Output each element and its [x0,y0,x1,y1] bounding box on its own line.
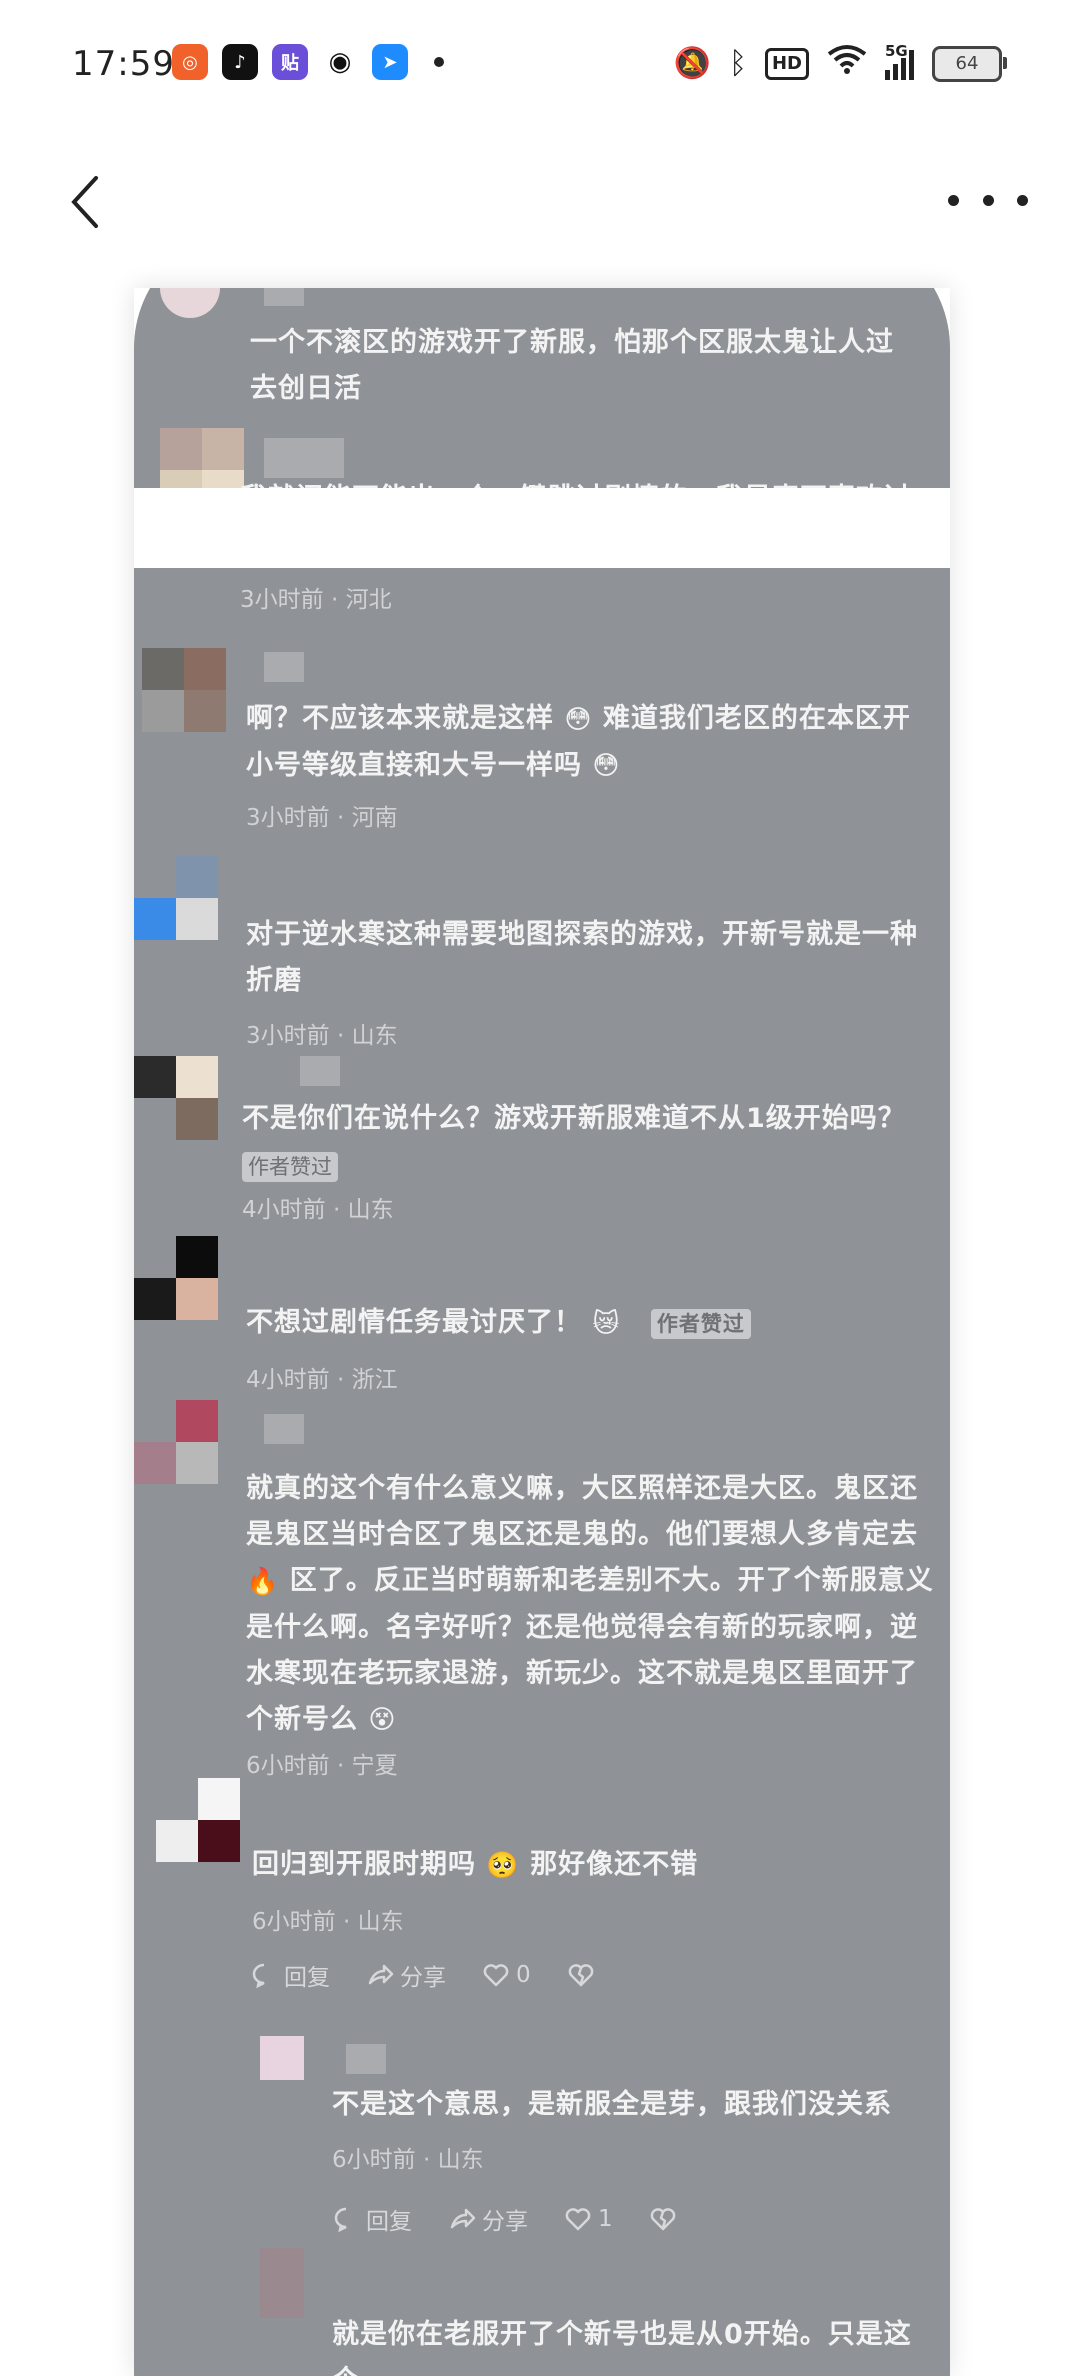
avatar [134,1236,218,1320]
avatar [142,648,226,732]
tiktok-icon: ♪ [222,44,258,80]
hd-icon: HD [764,47,809,80]
emoji-icon: 😵 [368,1705,397,1735]
wifi-icon [827,44,867,83]
comment-text: 回归到开服时期吗 🥺 那好像还不错 [252,1842,932,1889]
signal-icon: 5G [885,42,914,80]
comment-meta: 6小时前 · 宁夏 [246,1753,398,1779]
emoji-icon: 😳 [564,704,593,735]
fire-emoji-icon: 🔥 [246,1566,280,1597]
author-liked-tag: 作者赞过 [242,1152,338,1182]
comment-text: 啊？不应该本来就是这样 😳 难道我们老区的在本区开小号等级直接和大号一样吗 😳 [246,696,936,789]
username-blurred [264,288,304,306]
comment-text-part: 啊？不应该本来就是这样 [246,703,554,734]
back-button[interactable] [56,172,116,232]
comment-meta: 3小时前 · 山东 [246,1023,398,1049]
bluetooth-icon: ᛒ [728,45,747,81]
status-time: 17:59 [72,44,175,84]
more-options-button[interactable] [948,180,1028,220]
share-button[interactable]: 分享 [448,2202,528,2236]
comment-text-part: 那好像还不错 [530,1849,699,1880]
mute-icon: 🔕 [673,45,711,81]
comment-text-part: 就真的这个有什么意义嘛，大区照样还是大区。鬼区还是鬼区当时合区了鬼区还是鬼的。他… [246,1473,918,1550]
more-dot-icon [948,194,959,206]
username-blurred [264,1414,304,1444]
heart-icon [483,1964,509,1987]
like-count: 1 [598,2206,613,2232]
avatar [160,288,220,318]
more-dot-icon [1017,194,1028,206]
dislike-button[interactable] [567,1961,595,1989]
avatar [134,856,218,940]
avatar [160,428,244,512]
comment-text-part: 回归到开服时期吗 [252,1849,476,1880]
author-liked-tag: 作者赞过 [650,1308,751,1339]
comment-text: 不是这个意思，是新服全是芽，跟我们没关系 [332,2089,892,2120]
broken-heart-icon [568,1964,593,1987]
app-notification-icon: ◎ [172,44,208,80]
reply-label: 回复 [284,1965,330,1991]
avatar [134,1400,218,1484]
comment-icon [334,2207,347,2233]
avatar [156,1778,240,1862]
app-notification-icon: ➤ [372,44,408,80]
comment-icon [252,1963,265,1989]
comment-text: 就是你在老服开了个新号也是从0开始。只是这个 [332,2319,912,2376]
comment-meta: 6小时前 · 山东 [332,2147,484,2173]
username-blurred [300,1056,340,1086]
app-notification-icon: 贴 [272,44,308,80]
reply-button[interactable]: 回复 [250,1958,330,1992]
share-label: 分享 [400,1965,446,1991]
more-dot-icon [982,194,994,206]
like-count: 0 [516,1962,531,1988]
share-label: 分享 [482,2209,528,2235]
username-blurred [264,652,304,682]
reply-label: 回复 [366,2209,412,2235]
comment-text: 不是你们在说什么？游戏开新服难道不从1级开始吗？ [242,1103,906,1134]
share-icon [450,2208,476,2229]
comment-screenshot-image: 一个不滚区的游戏开了新服，怕那个区服太鬼让人过去创日活 我就问能不能出一个一键跳… [134,288,950,2376]
comment-text: 不想过剧情任务最讨厌了！ 😿 作者赞过 [246,1300,926,1347]
comment-meta: 6小时前 · 山东 [252,1909,404,1935]
comment-text: 一个不滚区的游戏开了新服，怕那个区服太鬼让人过去创日活 [250,327,894,404]
avatar [260,2248,304,2318]
comment-meta: 3小时前 · 河北 [240,587,392,613]
username-blurred [264,438,344,478]
emoji-icon: 🥺 [486,1850,520,1881]
reply-button[interactable]: 回复 [332,2202,412,2236]
battery-icon: 64 [932,45,1007,82]
status-bar: 17:59 ◎ ♪ 贴 ◉ ➤ 🔕 ᛒ HD 5G 64 [0,0,1080,130]
comment-text: 我就问能不能出一个一键跳过剧情的，我是真不喜欢过剧情 [240,483,912,560]
status-indicators: 🔕 ᛒ HD 5G 64 [673,42,1007,83]
network-type: 5G [885,41,908,60]
heart-icon [565,2208,591,2231]
share-button[interactable]: 分享 [366,1958,446,1992]
comment-actions: 回复 分享 0 [250,1958,595,1992]
comment-text: 就真的这个有什么意义嘛，大区照样还是大区。鬼区还是鬼区当时合区了鬼区还是鬼的。他… [246,1466,936,1743]
avatar [260,2036,304,2080]
emoji-icon: 😳 [592,751,621,781]
comment-text-part: 不想过剧情任务最讨厌了！ [246,1307,582,1338]
notification-icons: ◎ ♪ 贴 ◉ ➤ [172,44,444,80]
more-notifications-dot [434,57,444,67]
comment-meta: 3小时前 · 河南 [246,805,398,831]
comment-text: 对于逆水寒这种需要地图探索的游戏，开新号就是一种折磨 [246,919,918,996]
battery-level: 64 [955,53,979,74]
reply-actions: 回复 分享 1 [332,2202,677,2236]
top-nav [0,140,1080,270]
wechat-icon: ◉ [322,44,358,80]
broken-heart-icon [650,2208,675,2231]
dislike-button[interactable] [649,2205,677,2233]
comment-meta: 4小时前 · 山东 [242,1197,394,1223]
comment-text-part: 区了。反正当时萌新和老差别不大。开了个新服意义是什么啊。名字好听？还是他觉得会有… [246,1565,934,1735]
author-liked-badge: 作者赞过 [242,1152,338,1182]
avatar [134,1056,218,1140]
emoji-icon: 😿 [592,1308,621,1339]
comment-meta: 4小时前 · 浙江 [246,1367,398,1393]
username-blurred [346,2044,386,2074]
share-icon [368,1964,394,1985]
like-button[interactable]: 1 [564,2205,613,2233]
like-button[interactable]: 0 [482,1961,531,1989]
chevron-left-icon [71,176,98,228]
